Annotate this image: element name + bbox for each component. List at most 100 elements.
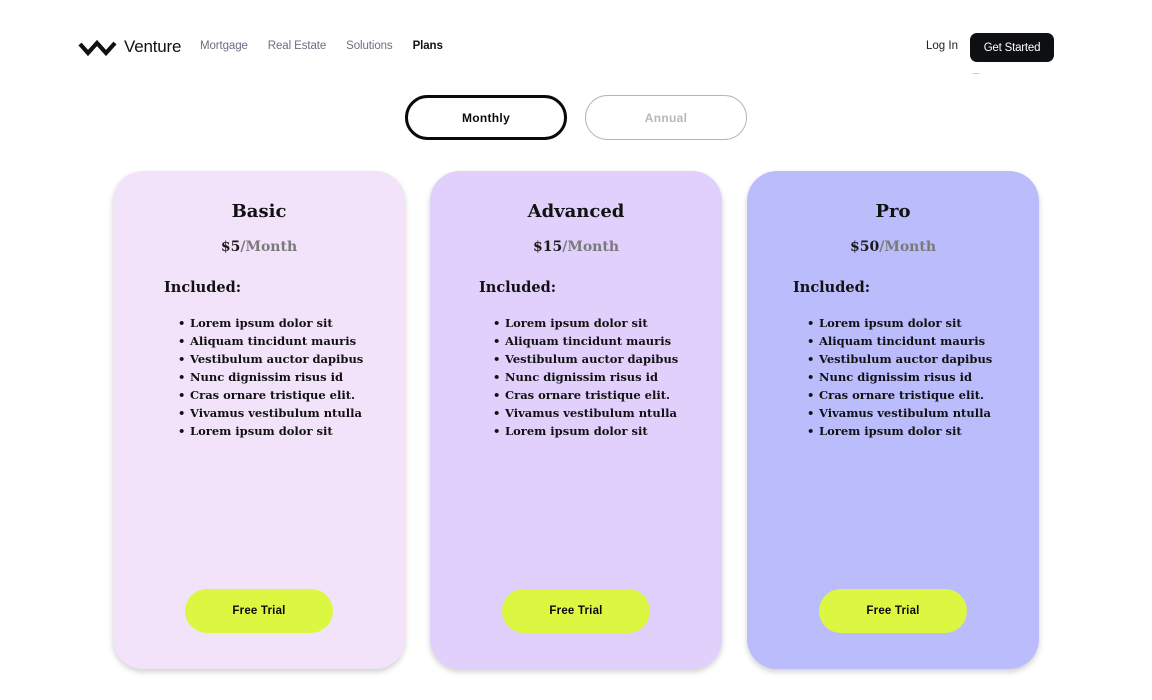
feature-text: Vivamus vestibulum ntulla xyxy=(190,406,362,420)
free-trial-button[interactable]: Free Trial xyxy=(819,589,967,633)
bullet-icon: • xyxy=(807,406,815,420)
price-period: Month xyxy=(245,239,298,255)
site-header: Venture Mortgage Real Estate Solutions P… xyxy=(0,0,1152,96)
feature-text: Nunc dignissim risus id xyxy=(505,370,659,384)
bullet-icon: • xyxy=(807,334,815,348)
login-link[interactable]: Log In xyxy=(926,40,958,52)
bullet-icon: • xyxy=(178,370,186,384)
bullet-icon: • xyxy=(493,388,501,402)
included-heading: Included: xyxy=(164,279,242,296)
plan-card-advanced: Advanced $15/Month Included: • Lorem ipsum d… xyxy=(430,171,722,669)
bullet-icon: • xyxy=(807,388,815,402)
get-started-button[interactable]: Get Started xyxy=(970,33,1054,62)
feature-item: • Vivamus vestibulum ntulla xyxy=(800,404,992,422)
bullet-icon: • xyxy=(178,316,186,330)
feature-list: • Lorem ipsum dolor sit • Aliquam tincidunt… xyxy=(171,314,363,440)
bullet-icon: • xyxy=(493,424,501,438)
bullet-icon: • xyxy=(807,316,815,330)
feature-item: • Cras ornare tristique elit. xyxy=(800,386,992,404)
bullet-icon: • xyxy=(493,316,501,330)
feature-text: Nunc dignissim risus id xyxy=(190,370,344,384)
feature-item: • Lorem ipsum dolor sit xyxy=(800,422,992,440)
feature-item: • Vestibulum auctor dapibus xyxy=(800,350,992,368)
feature-text: Nunc dignissim risus id xyxy=(819,370,973,384)
feature-text: Cras ornare tristique elit. xyxy=(505,388,671,402)
feature-item: • Aliquam tincidunt mauris xyxy=(486,332,678,350)
price-amount: $15 xyxy=(532,239,563,255)
nav-plans[interactable]: Plans xyxy=(413,40,443,52)
feature-list: • Lorem ipsum dolor sit • Aliquam tincidunt… xyxy=(486,314,678,440)
nav-solutions[interactable]: Solutions xyxy=(346,40,393,52)
plan-card-basic: Basic $5/Month Included: • Lorem ipsum dolor… xyxy=(113,171,405,669)
nav-mortgage[interactable]: Mortgage xyxy=(200,40,248,52)
feature-text: Vestibulum auctor dapibus xyxy=(190,352,364,366)
bullet-icon: • xyxy=(807,352,815,366)
feature-item: • Lorem ipsum dolor sit xyxy=(800,314,992,332)
feature-text: Cras ornare tristique elit. xyxy=(819,388,985,402)
feature-item: • Lorem ipsum dolor sit xyxy=(486,422,678,440)
main-nav: Mortgage Real Estate Solutions Plans xyxy=(200,40,463,52)
plan-card-pro: Pro $50/Month Included: • Lorem ipsum dolor … xyxy=(747,171,1039,669)
plan-name: Pro xyxy=(875,201,911,222)
feature-text: Lorem ipsum dolor sit xyxy=(190,424,333,438)
bullet-icon: • xyxy=(178,406,186,420)
feature-item: • Vestibulum auctor dapibus xyxy=(486,350,678,368)
plan-name: Advanced xyxy=(527,201,625,222)
bullet-icon: • xyxy=(493,406,501,420)
feature-item: • Lorem ipsum dolor sit xyxy=(171,422,363,440)
feature-text: Aliquam tincidunt mauris xyxy=(819,334,986,348)
feature-text: Lorem ipsum dolor sit xyxy=(505,424,648,438)
bullet-icon: • xyxy=(178,334,186,348)
bullet-icon: • xyxy=(493,334,501,348)
feature-item: • Cras ornare tristique elit. xyxy=(171,386,363,404)
included-heading: Included: xyxy=(479,279,557,296)
price-amount: $50 xyxy=(849,239,880,255)
feature-item: • Vivamus vestibulum ntulla xyxy=(171,404,363,422)
feature-item: • Vivamus vestibulum ntulla xyxy=(486,404,678,422)
feature-text: Lorem ipsum dolor sit xyxy=(190,316,333,330)
feature-text: Aliquam tincidunt mauris xyxy=(190,334,357,348)
feature-item: • Aliquam tincidunt mauris xyxy=(800,332,992,350)
feature-item: • Lorem ipsum dolor sit xyxy=(171,314,363,332)
feature-list: • Lorem ipsum dolor sit • Aliquam tincidunt… xyxy=(800,314,992,440)
feature-item: • Nunc dignissim risus id xyxy=(486,368,678,386)
plan-price: $5/Month xyxy=(113,239,405,255)
plan-price: $50/Month xyxy=(747,239,1039,255)
free-trial-button[interactable]: Free Trial xyxy=(185,589,333,633)
monthly-toggle-button[interactable]: Monthly xyxy=(405,95,567,140)
feature-item: • Nunc dignissim risus id xyxy=(171,368,363,386)
feature-text: Lorem ipsum dolor sit xyxy=(819,316,962,330)
feature-item: • Cras ornare tristique elit. xyxy=(486,386,678,404)
bullet-icon: • xyxy=(178,352,186,366)
feature-item: • Nunc dignissim risus id xyxy=(800,368,992,386)
bullet-icon: • xyxy=(178,424,186,438)
feature-item: • Lorem ipsum dolor sit xyxy=(486,314,678,332)
feature-item: • Vestibulum auctor dapibus xyxy=(171,350,363,368)
feature-text: Vestibulum auctor dapibus xyxy=(505,352,679,366)
divider xyxy=(973,73,979,74)
bullet-icon: • xyxy=(178,388,186,402)
price-amount: $5 xyxy=(220,239,241,255)
included-heading: Included: xyxy=(793,279,871,296)
feature-text: Vivamus vestibulum ntulla xyxy=(505,406,677,420)
plan-price: $15/Month xyxy=(430,239,722,255)
nav-real-estate[interactable]: Real Estate xyxy=(268,40,326,52)
feature-text: Lorem ipsum dolor sit xyxy=(505,316,648,330)
bullet-icon: • xyxy=(493,352,501,366)
price-period: Month xyxy=(567,239,620,255)
bullet-icon: • xyxy=(493,370,501,384)
feature-text: Vivamus vestibulum ntulla xyxy=(819,406,991,420)
zigzag-logo-icon xyxy=(78,36,118,58)
logo-text: Venture xyxy=(124,37,182,56)
plan-name: Basic xyxy=(231,201,287,222)
price-period: Month xyxy=(884,239,937,255)
free-trial-button[interactable]: Free Trial xyxy=(502,589,650,633)
feature-text: Vestibulum auctor dapibus xyxy=(819,352,993,366)
feature-text: Cras ornare tristique elit. xyxy=(190,388,356,402)
logo[interactable]: Venture xyxy=(78,36,181,58)
feature-item: • Aliquam tincidunt mauris xyxy=(171,332,363,350)
feature-text: Lorem ipsum dolor sit xyxy=(819,424,962,438)
annual-toggle-button[interactable]: Annual xyxy=(585,95,747,140)
feature-text: Aliquam tincidunt mauris xyxy=(505,334,672,348)
bullet-icon: • xyxy=(807,370,815,384)
